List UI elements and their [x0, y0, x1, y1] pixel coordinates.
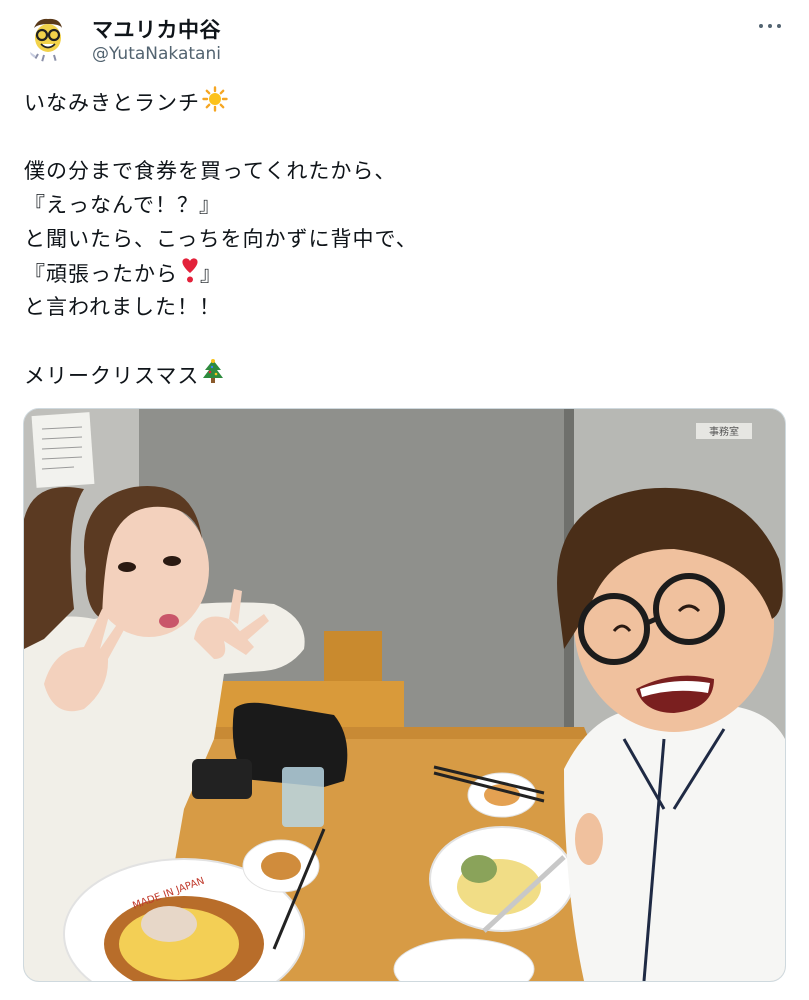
- lunch-photo: 事務室 MADE IN JAPAN: [24, 409, 785, 981]
- tweet-line-1-text: いなみきとランチ: [24, 91, 200, 115]
- sun-emoji: [202, 86, 228, 122]
- tweet-line-5: と聞いたら、こっちを向かずに背中で、: [24, 227, 418, 251]
- heart-exclamation-emoji: [180, 256, 200, 294]
- tweet-line-6-tail: 』: [200, 262, 222, 286]
- tweet-text: いなみきとランチ 僕の分まで食券を買ってくれたから、 『えっなんで！？』 と聞い…: [24, 86, 784, 392]
- tweet-line-1: いなみきとランチ: [24, 86, 784, 120]
- cartoon-avatar-icon: [24, 14, 72, 62]
- tweet-line-9: メリークリスマス: [24, 358, 784, 392]
- tweet-line-9-text: メリークリスマス: [24, 364, 200, 388]
- tweet-photo[interactable]: 事務室 MADE IN JAPAN: [23, 408, 786, 982]
- tweet-card: マユリカ中谷 @YutaNakatani いなみきとランチ 僕の分まで食券を買っ…: [0, 0, 809, 1000]
- tweet-line-3: 僕の分まで食券を買ってくれたから、: [24, 159, 397, 183]
- author-display-name[interactable]: マユリカ中谷: [92, 14, 221, 44]
- tweet-line-6: 『頑張ったから』: [24, 256, 784, 290]
- christmas-tree-emoji: [201, 358, 225, 396]
- more-options-icon[interactable]: [759, 16, 783, 36]
- tweet-line-4: 『えっなんで！？』: [24, 193, 221, 217]
- author-handle[interactable]: @YutaNakatani: [92, 44, 221, 64]
- avatar[interactable]: [24, 14, 72, 62]
- door-sign-text: 事務室: [709, 425, 739, 438]
- tweet-line-7: と言われました！！: [24, 295, 221, 319]
- tweet-line-6-text: 『頑張ったから: [24, 262, 178, 286]
